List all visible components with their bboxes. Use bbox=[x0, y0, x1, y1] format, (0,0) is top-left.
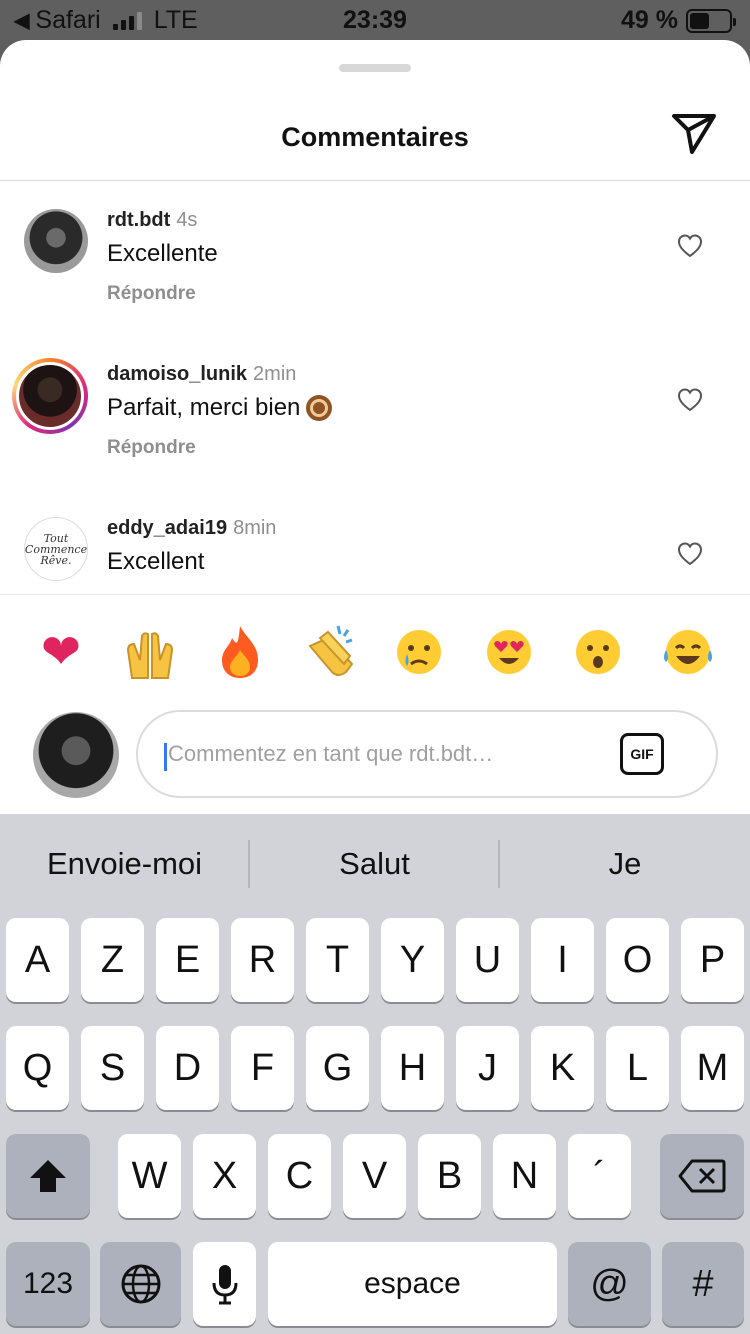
key-v[interactable]: V bbox=[343, 1134, 406, 1218]
key-r[interactable]: R bbox=[231, 918, 294, 1002]
commenter-avatar[interactable] bbox=[24, 209, 88, 273]
key-o[interactable]: O bbox=[606, 918, 669, 1002]
gif-button[interactable]: GIF bbox=[620, 733, 664, 775]
key-q[interactable]: Q bbox=[6, 1026, 69, 1110]
comment-username[interactable]: damoiso_lunik bbox=[107, 363, 247, 385]
tears-of-joy-face-emoji-icon[interactable] bbox=[656, 620, 720, 684]
prediction-3[interactable]: Je bbox=[500, 814, 750, 914]
key-g[interactable]: G bbox=[306, 1026, 369, 1110]
comment-item: damoiso_lunik 2min Parfait, merci bien Ré… bbox=[0, 335, 750, 489]
heart-outline-icon[interactable] bbox=[676, 232, 704, 260]
quick-reactions-bar: ❤ bbox=[0, 620, 750, 684]
battery-icon bbox=[686, 8, 736, 33]
globe-key[interactable] bbox=[100, 1242, 181, 1326]
globe-icon bbox=[121, 1264, 160, 1304]
shift-arrow-icon bbox=[30, 1160, 66, 1192]
status-right: 49 % bbox=[621, 6, 736, 35]
comment-text: Parfait, merci bien bbox=[107, 394, 333, 422]
key-c[interactable]: C bbox=[268, 1134, 331, 1218]
avatar-photo bbox=[16, 362, 84, 430]
comment-username[interactable]: eddy_adai19 bbox=[107, 517, 227, 539]
comment-item: Tout Commence Rêve. eddy_adai19 8min Excell… bbox=[0, 489, 750, 594]
comment-header: damoiso_lunik 2min bbox=[107, 363, 296, 386]
key-z[interactable]: Z bbox=[81, 918, 144, 1002]
key-t[interactable]: T bbox=[306, 918, 369, 1002]
comment-time: 8min bbox=[233, 517, 277, 539]
sheet-grabber[interactable] bbox=[339, 64, 411, 72]
keyboard: Envoie-moi Salut Je A Z E R T Y U I O P … bbox=[0, 814, 750, 1334]
crying-face-emoji-icon[interactable] bbox=[387, 620, 451, 684]
comment-list[interactable]: rdt.bdt 4s Excellente Répondre damoiso_lu… bbox=[0, 181, 750, 594]
at-key[interactable]: @ bbox=[568, 1242, 651, 1326]
fire-emoji-icon[interactable] bbox=[208, 620, 272, 684]
reply-button[interactable]: Répondre bbox=[107, 283, 196, 305]
astonished-face-emoji-icon[interactable] bbox=[566, 620, 630, 684]
reply-button[interactable]: Répondre bbox=[107, 437, 196, 459]
comment-input[interactable]: Commentez en tant que rdt.bdt… GIF bbox=[136, 710, 718, 798]
comment-input-placeholder: Commentez en tant que rdt.bdt… bbox=[168, 741, 494, 766]
comment-username[interactable]: rdt.bdt bbox=[107, 209, 170, 231]
delete-key[interactable] bbox=[660, 1134, 744, 1218]
heart-outline-icon[interactable] bbox=[676, 386, 704, 414]
backspace-icon bbox=[678, 1159, 726, 1193]
avatar-logo-text: Tout Commence Rêve. bbox=[24, 531, 88, 567]
key-n[interactable]: N bbox=[493, 1134, 556, 1218]
key-a[interactable]: A bbox=[6, 918, 69, 1002]
comment-text: Excellente bbox=[107, 240, 218, 268]
comment-item: rdt.bdt 4s Excellente Répondre bbox=[0, 181, 750, 335]
comment-text-content: Excellente bbox=[107, 240, 218, 267]
heart-emoji-icon[interactable]: ❤ bbox=[29, 620, 93, 684]
commenter-avatar-story[interactable] bbox=[12, 358, 88, 434]
comment-time: 2min bbox=[253, 363, 297, 385]
key-k[interactable]: K bbox=[531, 1026, 594, 1110]
comment-text-content: Parfait, merci bien bbox=[107, 394, 301, 421]
hash-key[interactable]: # bbox=[662, 1242, 744, 1326]
comment-header: rdt.bdt 4s bbox=[107, 209, 197, 232]
heart-outline-icon[interactable] bbox=[676, 540, 704, 568]
battery-percent: 49 % bbox=[621, 6, 678, 34]
key-y[interactable]: Y bbox=[381, 918, 444, 1002]
key-p[interactable]: P bbox=[681, 918, 744, 1002]
space-key[interactable]: espace bbox=[268, 1242, 557, 1326]
page-title: Commentaires bbox=[281, 122, 469, 152]
ok-hand-emoji-icon bbox=[306, 395, 333, 421]
comment-header: eddy_adai19 8min bbox=[107, 517, 276, 540]
key-x[interactable]: X bbox=[193, 1134, 256, 1218]
key-l[interactable]: L bbox=[606, 1026, 669, 1110]
current-user-avatar bbox=[33, 712, 119, 798]
heart-eyes-face-emoji-icon[interactable] bbox=[477, 620, 541, 684]
comment-text: Excellent bbox=[107, 548, 204, 576]
numbers-key[interactable]: 123 bbox=[6, 1242, 90, 1326]
key-b[interactable]: B bbox=[418, 1134, 481, 1218]
key-h[interactable]: H bbox=[381, 1026, 444, 1110]
key-d[interactable]: D bbox=[156, 1026, 219, 1110]
text-caret bbox=[164, 743, 167, 771]
key-u[interactable]: U bbox=[456, 918, 519, 1002]
key-w[interactable]: W bbox=[118, 1134, 181, 1218]
share-send-button[interactable] bbox=[668, 110, 720, 158]
key-e[interactable]: E bbox=[156, 918, 219, 1002]
shift-key[interactable] bbox=[6, 1134, 90, 1218]
prediction-2[interactable]: Salut bbox=[250, 814, 499, 914]
key-m[interactable]: M bbox=[681, 1026, 744, 1110]
key-i[interactable]: I bbox=[531, 918, 594, 1002]
clapping-hands-emoji-icon[interactable] bbox=[298, 620, 362, 684]
key-j[interactable]: J bbox=[456, 1026, 519, 1110]
microphone-icon bbox=[212, 1265, 237, 1305]
comment-text-content: Excellent bbox=[107, 548, 205, 575]
key-acute-accent[interactable]: ´ bbox=[568, 1134, 631, 1218]
commenter-avatar[interactable]: Tout Commence Rêve. bbox=[24, 517, 88, 581]
comments-sheet: Commentaires rdt.bdt 4s Excellente Répond… bbox=[0, 40, 750, 814]
paper-plane-icon bbox=[672, 114, 716, 154]
key-f[interactable]: F bbox=[231, 1026, 294, 1110]
reactions-divider bbox=[0, 594, 750, 595]
key-s[interactable]: S bbox=[81, 1026, 144, 1110]
raised-hands-emoji-icon[interactable] bbox=[118, 620, 182, 684]
prediction-1[interactable]: Envoie-moi bbox=[0, 814, 249, 914]
comment-time: 4s bbox=[176, 209, 198, 231]
status-bar: ◀ Safari LTE 23:39 49 % bbox=[0, 0, 750, 40]
dictation-key[interactable] bbox=[193, 1242, 256, 1326]
